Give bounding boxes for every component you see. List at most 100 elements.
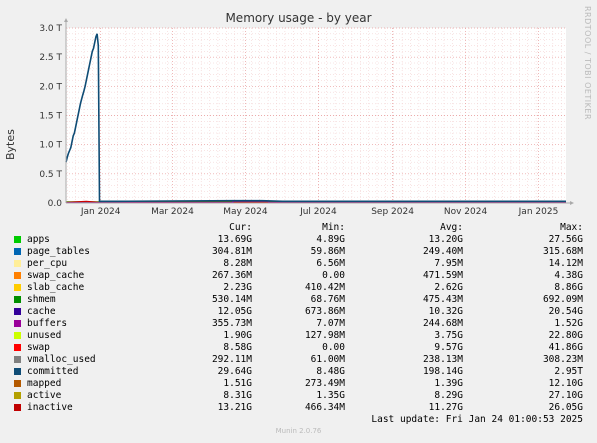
footer-version: Munin 2.0.76: [275, 427, 322, 435]
x-tick-label: Mar 2024: [151, 207, 194, 217]
legend-avg: 249.40M: [422, 246, 463, 257]
legend-swatch: [14, 332, 21, 339]
legend-min: 7.07M: [316, 318, 345, 329]
legend-avg: 11.27G: [428, 402, 463, 413]
legend-min: 1.35G: [316, 390, 345, 401]
legend-max: 27.10G: [548, 390, 583, 401]
legend-cur: 1.51G: [223, 378, 252, 389]
legend-max: 20.54G: [548, 306, 583, 317]
legend-max: 26.05G: [548, 402, 583, 413]
legend-swatch: [14, 272, 21, 279]
legend-max: 41.86G: [548, 342, 583, 353]
legend-swatch: [14, 320, 21, 327]
header-avg: Avg:: [440, 222, 463, 233]
legend-min: 8.48G: [316, 366, 345, 377]
legend-row: inactive 13.21G 466.34M 11.27G 26.05G: [0, 402, 597, 414]
plot-area: 0.0 0.5 T 1.0 T 1.5 T 2.0 T 2.5 T 3.0 T Jan 202…: [39, 18, 574, 217]
y-axis-arrow: [64, 18, 68, 22]
legend-avg: 471.59M: [422, 270, 463, 281]
legend-avg: 13.20G: [428, 234, 463, 245]
y-tick-label: 0.0: [48, 199, 63, 209]
legend-row: mapped 1.51G 273.49M 1.39G 12.10G: [0, 378, 597, 390]
legend-swatch: [14, 380, 21, 387]
legend-min: 0.00: [322, 270, 345, 281]
legend-row: apps 13.69G 4.89G 13.20G 27.56G: [0, 234, 597, 246]
legend-cur: 267.36M: [211, 270, 252, 281]
legend-min: 59.86M: [310, 246, 345, 257]
legend-cur: 8.58G: [223, 342, 252, 353]
legend-max: 8.86G: [554, 282, 583, 293]
legend-max: 14.12M: [548, 258, 583, 269]
legend-swatch: [14, 356, 21, 363]
legend-row: per_cpu 8.28M 6.56M 7.95M 14.12M: [0, 258, 597, 270]
legend-min: 466.34M: [304, 402, 345, 413]
legend-avg: 9.57G: [434, 342, 463, 353]
legend-max: 4.38G: [554, 270, 583, 281]
legend-avg: 2.62G: [434, 282, 463, 293]
legend-swatch: [14, 296, 21, 303]
legend-max: 692.09M: [542, 294, 583, 305]
legend-cur: 12.05G: [217, 306, 252, 317]
x-tick-label: Nov 2024: [444, 207, 488, 217]
header-cur: Cur:: [229, 222, 252, 233]
legend-cur: 8.31G: [223, 390, 252, 401]
legend-min: 127.98M: [304, 330, 345, 341]
legend-row: shmem 530.14M 68.76M 475.43M 692.09M: [0, 294, 597, 306]
legend-avg: 475.43M: [422, 294, 463, 305]
legend-row: unused 1.90G 127.98M 3.75G 22.80G: [0, 330, 597, 342]
x-tick-label: Jul 2024: [299, 207, 337, 217]
legend-avg: 238.13M: [422, 354, 463, 365]
legend-min: 61.00M: [310, 354, 345, 365]
legend-avg: 1.39G: [434, 378, 463, 389]
header-max: Max:: [560, 222, 583, 233]
legend-name: mapped: [27, 378, 62, 389]
x-tick-label: Jan 2025: [518, 207, 559, 217]
legend-name: cache: [27, 306, 56, 317]
legend-max: 12.10G: [548, 378, 583, 389]
legend-name: active: [27, 390, 62, 401]
legend-min: 410.42M: [304, 282, 345, 293]
y-tick-label: 3.0 T: [39, 24, 62, 34]
legend-row: committed 29.64G 8.48G 198.14G 2.95T: [0, 366, 597, 378]
legend-swatch: [14, 260, 21, 267]
legend-max: 2.95T: [554, 366, 583, 377]
legend-name: vmalloc_used: [27, 354, 96, 365]
legend-swatch: [14, 392, 21, 399]
legend-row: slab_cache 2.23G 410.42M 2.62G 8.86G: [0, 282, 597, 294]
legend-cur: 1.90G: [223, 330, 252, 341]
y-tick-label: 2.0 T: [39, 82, 62, 92]
legend-cur: 292.11M: [211, 354, 252, 365]
legend-min: 4.89G: [316, 234, 345, 245]
legend-name: buffers: [27, 318, 68, 329]
x-tick-label: May 2024: [223, 207, 268, 217]
legend-row: swap 8.58G 0.00 9.57G 41.86G: [0, 342, 597, 354]
legend-name: shmem: [27, 294, 56, 305]
legend-max: 308.23M: [542, 354, 583, 365]
legend-header: Cur: Min: Avg: Max:: [0, 222, 597, 234]
legend-max: 315.68M: [542, 246, 583, 257]
legend-row: buffers 355.73M 7.07M 244.68M 1.52G: [0, 318, 597, 330]
legend-min: 0.00: [322, 342, 345, 353]
legend-name: unused: [27, 330, 62, 341]
legend-name: committed: [27, 366, 79, 377]
legend-name: inactive: [27, 402, 73, 413]
legend-min: 273.49M: [304, 378, 345, 389]
legend-swatch: [14, 236, 21, 243]
y-tick-label: 1.5 T: [39, 112, 62, 122]
y-tick-label: 1.0 T: [39, 141, 62, 151]
legend-swatch: [14, 368, 21, 375]
legend-swatch: [14, 404, 21, 411]
y-tick-label: 2.5 T: [39, 53, 62, 63]
y-tick-label: 0.5 T: [39, 170, 62, 180]
legend-avg: 244.68M: [422, 318, 463, 329]
legend-name: swap: [27, 342, 50, 353]
munin-graph: Memory usage - by year Bytes RRDTOOL / T…: [0, 0, 597, 443]
legend-cur: 29.64G: [217, 366, 252, 377]
legend-swatch: [14, 248, 21, 255]
legend-swatch: [14, 344, 21, 351]
legend-row: cache 12.05G 673.86M 10.32G 20.54G: [0, 306, 597, 318]
legend-max: 1.52G: [554, 318, 583, 329]
legend-max: 27.56G: [548, 234, 583, 245]
legend-name: swap_cache: [27, 270, 85, 281]
last-update: Last update: Fri Jan 24 01:00:53 2025: [371, 414, 583, 425]
